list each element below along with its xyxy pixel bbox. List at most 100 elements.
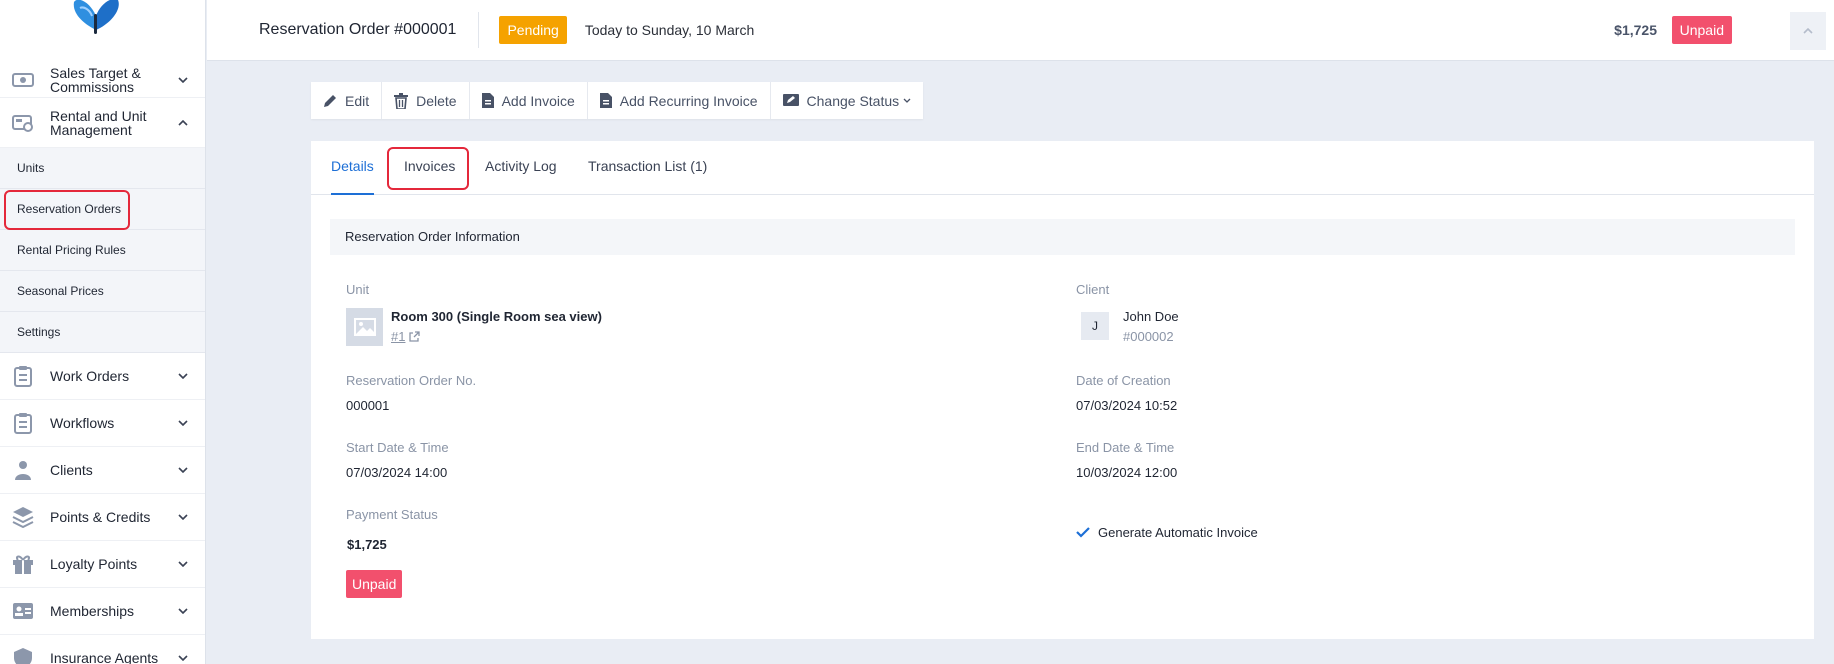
status-badge: Pending [499,16,567,44]
sidebar-item-label: Work Orders [50,368,130,384]
sidebar-item-label: Workflows [50,415,115,431]
logo [0,0,205,62]
add-invoice-button[interactable]: Add Invoice [470,82,588,119]
total-amount: $1,725 [1614,22,1657,38]
chevron-down-icon [903,98,911,103]
edit-button[interactable]: Edit [311,82,383,119]
unit-label: Unit [346,282,370,297]
unit-link[interactable]: #1 [391,329,421,344]
start-date-label: Start Date & Time [346,440,449,455]
person-icon [10,459,36,481]
chevron-down-icon [171,514,195,520]
end-date-label: End Date & Time [1076,440,1175,455]
chevron-up-icon [1803,28,1813,34]
add-recurring-invoice-button[interactable]: Add Recurring Invoice [588,82,771,119]
order-no-value: 000001 [346,398,390,413]
document-icon [481,93,494,108]
rental-icon [10,112,36,134]
start-date-value: 07/03/2024 14:00 [346,465,448,480]
sidebar-subitem-seasonal-prices[interactable]: Seasonal Prices [0,271,205,312]
sidebar-item-label: Insurance Agents [50,650,159,664]
change-status-label: Change Status [806,92,900,109]
end-date-value: 10/03/2024 12:00 [1076,465,1178,480]
sidebar-item-clients[interactable]: Clients [0,447,205,494]
tab-details[interactable]: Details [331,158,374,174]
chevron-down-icon [171,373,195,379]
sidebar-item-memberships[interactable]: Memberships [0,588,205,635]
image-placeholder-icon [353,318,376,336]
payment-status-label: Payment Status [346,507,438,522]
clipboard-icon [10,365,36,387]
gift-icon [10,553,36,575]
sidebar-item-points-credits[interactable]: Points & Credits [0,494,205,541]
sidebar-item-workflows[interactable]: Workflows [0,400,205,447]
client-name[interactable]: John Doe [1123,309,1179,324]
section-title: Reservation Order Information [330,219,1795,255]
document-icon [599,93,612,108]
highlight-box [387,147,469,190]
action-toolbar: Edit Delete Add Invoice Add Recurring In… [311,82,924,119]
payment-status-badge: Unpaid [1671,16,1732,44]
clipboard-icon [10,412,36,434]
tab-transaction-list[interactable]: Transaction List (1) [588,158,707,174]
status-edit-icon [782,93,799,106]
chevron-down-icon [171,420,195,426]
scroll-up-button[interactable] [1790,12,1826,50]
sidebar-item-label: Loyalty Points [50,556,138,572]
trash-icon [394,92,409,109]
sidebar-item-insurance-agents[interactable]: Insurance Agents [0,635,205,664]
edit-label: Edit [345,92,370,109]
sidebar-subitem-units[interactable]: Units [0,148,205,189]
sidebar-item-sales-target[interactable]: Sales Target & Commissions [0,62,205,98]
reservation-range: Today to Sunday, 10 March [584,22,755,38]
active-tab-indicator [331,193,374,195]
client-label: Client [1076,282,1110,297]
sidebar-item-label: Clients [50,462,93,478]
sidebar-subitem-rental-pricing-rules[interactable]: Rental Pricing Rules [0,230,205,271]
delete-button[interactable]: Delete [382,82,470,119]
external-link-icon [409,331,421,342]
top-bar: Reservation Order #000001 Pending Today … [207,0,1834,61]
chevron-down-icon [171,561,195,567]
date-created-label: Date of Creation [1076,373,1171,388]
order-no-label: Reservation Order No. [346,373,477,388]
sidebar-item-label: Rental and Unit Management [50,107,147,138]
sidebar-subitem-settings[interactable]: Settings [0,312,205,353]
chevron-up-icon [171,119,195,126]
client-id[interactable]: #000002 [1123,329,1174,344]
checkmark-icon [1076,527,1090,538]
sidebar-item-label: Points & Credits [50,509,151,525]
sidebar-subitem-label: Seasonal Prices [17,284,104,298]
pencil-icon [324,94,336,107]
add-invoice-label: Add Invoice [501,92,575,109]
sidebar-subitem-label: Units [17,161,45,175]
tab-activity-log[interactable]: Activity Log [485,158,557,174]
chevron-down-icon [171,608,195,614]
delete-label: Delete [416,92,457,109]
auto-invoice-label: Generate Automatic Invoice [1098,525,1258,540]
unit-name: Room 300 (Single Room sea view) [391,309,602,324]
sidebar-item-loyalty-points[interactable]: Loyalty Points [0,541,205,588]
sidebar: Sales Target & Commissions Rental and Un… [0,0,206,664]
sidebar-item-work-orders[interactable]: Work Orders [0,353,205,400]
chevron-down-icon [171,76,195,83]
tab-bar: Details Invoices Activity Log Transactio… [311,141,1814,195]
sidebar-subitem-reservation-orders[interactable]: Reservation Orders [0,189,205,230]
highlight-box [4,190,130,230]
payment-status-badge: Unpaid [346,570,403,598]
butterfly-logo-icon [73,0,119,34]
auto-invoice-indicator: Generate Automatic Invoice [1076,525,1258,540]
details-card: Details Invoices Activity Log Transactio… [311,141,1814,639]
sidebar-subitem-label: Settings [17,325,61,339]
unit-thumbnail [346,308,383,346]
chevron-down-icon [171,655,195,661]
id-card-icon [10,600,36,622]
date-created-value: 07/03/2024 10:52 [1076,398,1178,413]
sidebar-item-rental[interactable]: Rental and Unit Management [0,98,205,148]
layers-icon [10,506,36,528]
add-recurring-invoice-label: Add Recurring Invoice [619,92,758,109]
shield-icon [10,647,36,664]
rental-submenu: Units Reservation Orders Rental Pricing … [0,148,205,353]
change-status-dropdown[interactable]: Change Status [771,82,924,119]
sidebar-item-label: Memberships [50,603,135,619]
